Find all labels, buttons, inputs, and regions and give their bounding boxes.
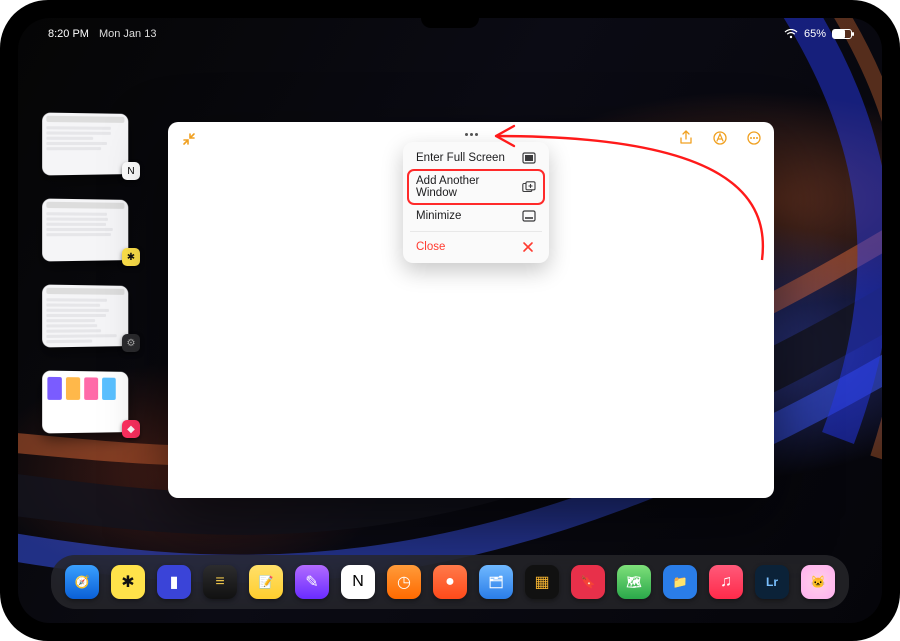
app-switcher-thumbnail[interactable]: N: [48, 114, 134, 174]
maps-app[interactable]: 🗺: [617, 565, 651, 599]
collapse-sidebar-icon[interactable]: [182, 132, 196, 151]
notion-app[interactable]: N: [341, 565, 375, 599]
bear-app[interactable]: ≡: [203, 565, 237, 599]
app-switcher-thumbnail[interactable]: ✱: [48, 200, 134, 260]
assistant-app[interactable]: 🐱: [801, 565, 835, 599]
safari-app[interactable]: 🧭: [65, 565, 99, 599]
butterfly-app[interactable]: ✱: [111, 565, 145, 599]
battery-icon: [832, 29, 852, 39]
menu-close[interactable]: Close: [408, 236, 544, 258]
add-window-icon: [522, 181, 536, 193]
status-date: Mon Jan 13: [99, 28, 156, 40]
ipad-device-frame: 8:20 PM Mon Jan 13 65% N ✱ ⚙︎ ◆: [0, 0, 900, 641]
todoist-app[interactable]: ●: [433, 565, 467, 599]
menu-add-another-window[interactable]: Add Another Window: [408, 170, 544, 204]
craft-app[interactable]: ✎: [295, 565, 329, 599]
menu-item-label: Minimize: [416, 210, 461, 222]
fullscreen-icon: [522, 152, 536, 164]
more-icon[interactable]: [744, 128, 764, 148]
multitasking-dots-button[interactable]: [460, 128, 482, 140]
menu-minimize[interactable]: Minimize: [408, 205, 544, 227]
notes-app[interactable]: 📝: [249, 565, 283, 599]
ipad-screen: 8:20 PM Mon Jan 13 65% N ✱ ⚙︎ ◆: [18, 18, 882, 623]
menu-separator: [410, 231, 542, 232]
files-app[interactable]: 🗂: [479, 565, 513, 599]
folder-app[interactable]: 📁: [663, 565, 697, 599]
lightroom-app[interactable]: Lr: [755, 565, 789, 599]
battery-percent: 65%: [804, 28, 826, 40]
status-bar: 8:20 PM Mon Jan 13 65%: [18, 25, 882, 43]
share-icon[interactable]: [676, 128, 696, 148]
app-switcher-thumbnail[interactable]: ⚙︎: [48, 286, 134, 346]
dock: 🧭 ✱ ▮ ≡ 📝 ✎ N ◷ ● 🗂 ▦ 🔖 🗺 📁 ♫ Lr 🐱: [51, 555, 849, 609]
clock-app[interactable]: ◷: [387, 565, 421, 599]
menu-item-label: Add Another Window: [416, 175, 522, 199]
linear-app[interactable]: ▮: [157, 565, 191, 599]
minimize-icon: [522, 210, 536, 222]
app-switcher-thumbnail[interactable]: ◆: [48, 372, 134, 432]
notion-app-icon: N: [122, 162, 140, 180]
markup-icon[interactable]: [710, 128, 730, 148]
foreground-app-window[interactable]: Enter Full Screen Add Another Window Min…: [168, 122, 774, 498]
menu-item-label: Close: [416, 241, 445, 253]
music-app[interactable]: ♫: [709, 565, 743, 599]
settings-app-icon: ⚙︎: [122, 334, 140, 352]
close-icon: [522, 241, 536, 253]
raycast-app-icon: ◆: [122, 420, 140, 438]
things-app[interactable]: ▦: [525, 565, 559, 599]
status-time: 8:20 PM: [48, 28, 89, 40]
menu-item-label: Enter Full Screen: [416, 152, 505, 164]
menu-enter-full-screen[interactable]: Enter Full Screen: [408, 147, 544, 169]
app-switcher-stack: N ✱ ⚙︎ ◆: [48, 114, 134, 432]
multitasking-menu-popover: Enter Full Screen Add Another Window Min…: [403, 142, 549, 263]
butterfly-app-icon: ✱: [122, 248, 140, 266]
bookmark-app[interactable]: 🔖: [571, 565, 605, 599]
wifi-icon: [784, 29, 798, 39]
